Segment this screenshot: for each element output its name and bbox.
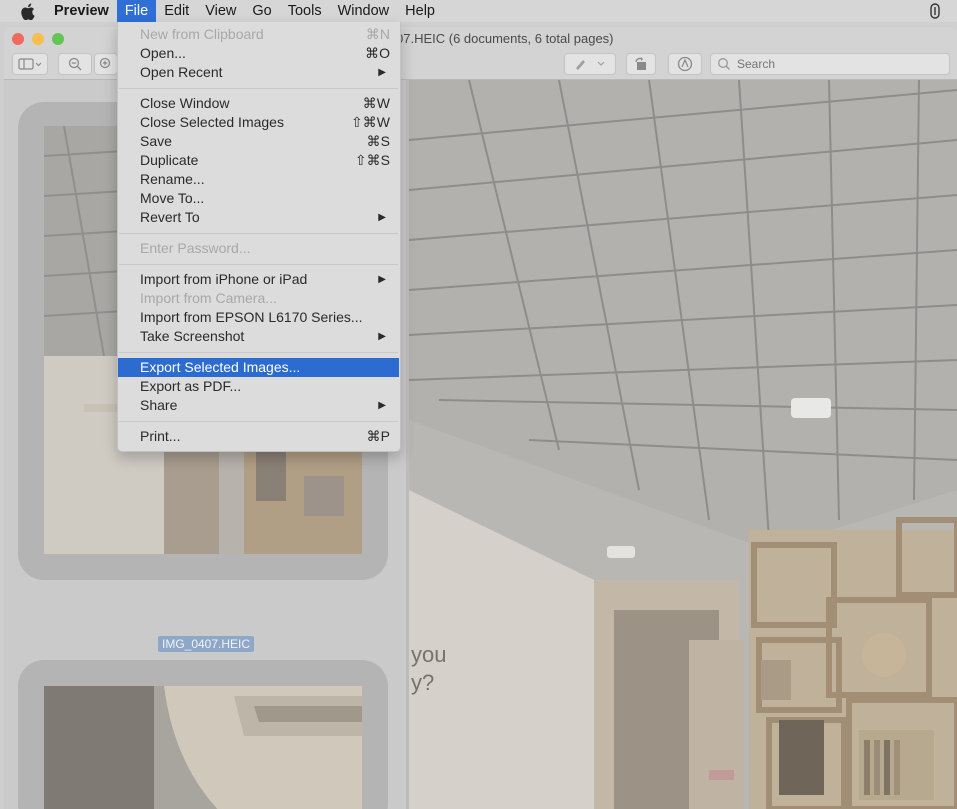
svg-text:y?: y?: [411, 670, 434, 695]
menu-window[interactable]: Window: [330, 0, 398, 22]
rotate-button[interactable]: [626, 53, 656, 75]
markup-icon: [677, 56, 693, 72]
menu-item-open[interactable]: Open... ⌘O: [118, 44, 400, 63]
rotate-icon: [635, 57, 646, 70]
menu-item-take-screenshot[interactable]: Take Screenshot ▶: [118, 327, 400, 346]
apple-logo-icon[interactable]: [20, 3, 36, 20]
window-title: 07.HEIC (6 documents, 6 total pages): [396, 31, 614, 46]
menu-go[interactable]: Go: [244, 0, 279, 22]
sidebar-toggle-button[interactable]: [12, 53, 48, 75]
menu-item-revert-to[interactable]: Revert To ▶: [118, 208, 400, 227]
submenu-arrow-icon: ▶: [378, 274, 386, 285]
thumbnail-filename[interactable]: IMG_0407.HEIC: [158, 636, 255, 652]
menu-item-print[interactable]: Print... ⌘P: [118, 427, 400, 446]
submenu-arrow-icon: ▶: [378, 400, 386, 411]
menu-file[interactable]: File: [116, 0, 157, 22]
menu-item-import-camera: Import from Camera...: [140, 290, 277, 306]
zoom-window-button[interactable]: [52, 33, 64, 45]
search-field[interactable]: [710, 53, 950, 75]
menu-separator: [119, 421, 398, 422]
menu-item-close-window[interactable]: Close Window ⌘W: [118, 94, 400, 113]
file-menu-dropdown: New from Clipboard ⌘N Open... ⌘O Open Re…: [117, 22, 401, 452]
menu-item-import-epson[interactable]: Import from EPSON L6170 Series...: [118, 308, 400, 327]
search-input[interactable]: [735, 56, 939, 72]
thumbnail-image-2[interactable]: [44, 686, 362, 809]
main-image-view[interactable]: you y?: [409, 80, 957, 809]
menu-item-enter-password: Enter Password...: [140, 240, 251, 256]
menu-edit[interactable]: Edit: [156, 0, 197, 22]
menu-item-export-as-pdf[interactable]: Export as PDF...: [118, 377, 400, 396]
menu-help[interactable]: Help: [397, 0, 443, 22]
markup-toolbar-button[interactable]: [668, 53, 702, 75]
menu-item-save[interactable]: Save ⌘S: [118, 132, 400, 151]
menu-bar: Preview File Edit View Go Tools Window H…: [0, 0, 957, 22]
pen-icon: [576, 60, 605, 70]
menu-item-rename[interactable]: Rename...: [118, 170, 400, 189]
submenu-arrow-icon: ▶: [378, 212, 386, 223]
menu-view[interactable]: View: [197, 0, 244, 22]
menu-item-move-to[interactable]: Move To...: [118, 189, 400, 208]
status-extra-icon[interactable]: [929, 3, 941, 19]
menu-item-new-from-clipboard: New from Clipboard ⌘N: [140, 26, 390, 42]
search-icon: [718, 58, 730, 70]
submenu-arrow-icon: ▶: [378, 331, 386, 342]
menu-app-preview[interactable]: Preview: [54, 0, 117, 22]
submenu-arrow-icon: ▶: [378, 67, 386, 78]
menu-separator: [119, 233, 398, 234]
zoom-in-icon: [99, 57, 111, 69]
zoom-in-button[interactable]: [94, 53, 118, 75]
thumbnail-card[interactable]: [18, 660, 388, 809]
menu-item-import-iphone[interactable]: Import from iPhone or iPad ▶: [118, 270, 400, 289]
menu-item-close-selected-images[interactable]: Close Selected Images ⇧⌘W: [118, 113, 400, 132]
svg-text:you: you: [411, 642, 446, 667]
menu-separator: [119, 88, 398, 89]
sidebar-icon: [18, 58, 42, 70]
menu-separator: [119, 352, 398, 353]
menu-item-duplicate[interactable]: Duplicate ⇧⌘S: [118, 151, 400, 170]
menu-item-export-selected-images[interactable]: Export Selected Images...: [118, 358, 399, 377]
menu-item-share[interactable]: Share ▶: [118, 396, 400, 415]
markup-pen-button[interactable]: [564, 53, 616, 75]
menu-item-open-recent[interactable]: Open Recent ▶: [118, 63, 400, 82]
zoom-out-button[interactable]: [58, 53, 92, 75]
zoom-out-icon: [68, 57, 82, 71]
menu-separator: [119, 264, 398, 265]
close-window-button[interactable]: [12, 33, 24, 45]
menu-tools[interactable]: Tools: [280, 0, 330, 22]
minimize-window-button[interactable]: [32, 33, 44, 45]
